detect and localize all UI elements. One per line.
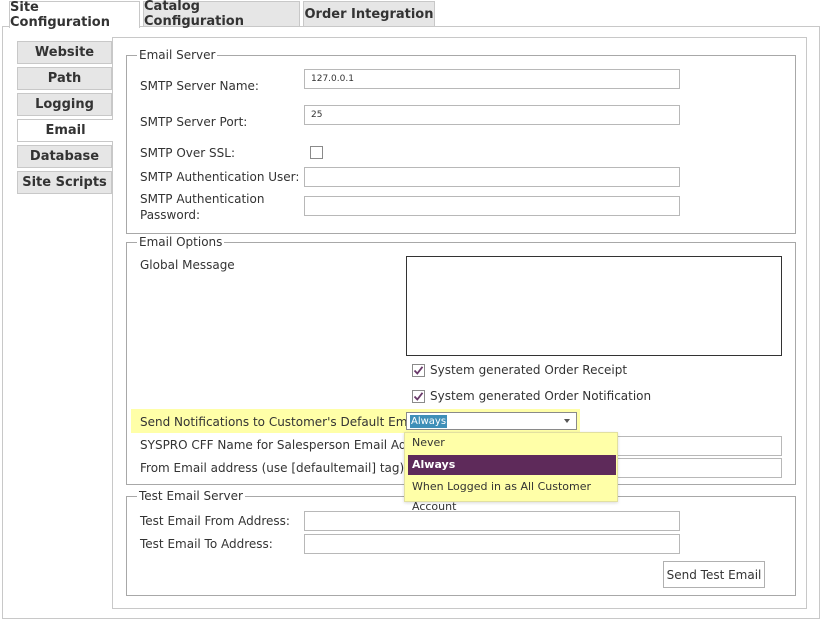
side-tab-logging[interactable]: Logging bbox=[17, 93, 112, 116]
smtp-server-name-input[interactable]: 127.0.0.1 bbox=[304, 69, 680, 89]
test-email-to-label: Test Email To Address: bbox=[140, 537, 273, 551]
smtp-auth-password-input[interactable] bbox=[304, 196, 680, 216]
tab-site-configuration[interactable]: Site Configuration bbox=[9, 0, 140, 30]
side-tab-path[interactable]: Path bbox=[17, 67, 112, 90]
option-always[interactable]: Always bbox=[408, 455, 616, 475]
tab-label: Catalog Configuration bbox=[144, 0, 244, 29]
order-receipt-checkbox[interactable] bbox=[412, 364, 425, 377]
smtp-auth-user-label: SMTP Authentication User: bbox=[140, 170, 300, 184]
global-message-label: Global Message bbox=[140, 258, 235, 272]
smtp-server-port-label: SMTP Server Port: bbox=[140, 115, 248, 129]
smtp-over-ssl-checkbox[interactable] bbox=[310, 146, 323, 159]
order-notification-checkbox[interactable] bbox=[412, 390, 425, 403]
order-notification-label: System generated Order Notification bbox=[430, 389, 652, 403]
test-email-from-input[interactable] bbox=[304, 511, 680, 531]
side-tab-site-scripts[interactable]: Site Scripts bbox=[17, 171, 112, 194]
option-never[interactable]: Never bbox=[408, 433, 616, 453]
side-tab-label: Email bbox=[45, 123, 86, 138]
tab-label: Site Configuration bbox=[10, 0, 110, 30]
side-tab-label: Site Scripts bbox=[22, 175, 107, 190]
send-notifications-options: Never Always When Logged in as All Custo… bbox=[404, 432, 618, 513]
side-tab-database[interactable]: Database bbox=[17, 145, 112, 168]
smtp-auth-user-input[interactable] bbox=[304, 167, 680, 187]
checkmark-icon bbox=[413, 392, 424, 401]
order-receipt-label: System generated Order Receipt bbox=[430, 363, 628, 377]
option-all-customer-account[interactable]: When Logged in as All Customer Account bbox=[408, 477, 616, 513]
checkmark-icon bbox=[413, 366, 424, 375]
group-legend: Email Server bbox=[137, 48, 218, 62]
test-email-from-label: Test Email From Address: bbox=[140, 514, 290, 528]
smtp-over-ssl-label: SMTP Over SSL: bbox=[140, 146, 235, 160]
smtp-auth-password-label-line2: Password: bbox=[140, 208, 201, 222]
side-tab-label: Database bbox=[29, 149, 100, 164]
side-tab-email[interactable]: Email bbox=[17, 119, 113, 142]
side-tab-label: Logging bbox=[35, 97, 94, 112]
tab-order-integration[interactable]: Order Integration bbox=[303, 1, 435, 26]
side-tab-label: Path bbox=[47, 71, 82, 86]
syspro-cff-label: SYSPRO CFF Name for Salesperson Email Ad… bbox=[140, 438, 439, 452]
side-tab-label: Website bbox=[34, 45, 95, 60]
global-message-textarea[interactable] bbox=[406, 256, 782, 356]
side-tab-website[interactable]: Website bbox=[17, 41, 112, 64]
smtp-server-port-input[interactable]: 25 bbox=[304, 105, 680, 125]
smtp-auth-password-label: SMTP Authentication bbox=[140, 192, 265, 206]
tab-catalog-configuration[interactable]: Catalog Configuration bbox=[143, 0, 300, 29]
send-notifications-select[interactable]: Always bbox=[406, 412, 577, 430]
test-email-to-input[interactable] bbox=[304, 534, 680, 554]
chevron-down-icon bbox=[564, 419, 570, 423]
send-test-email-button[interactable]: Send Test Email bbox=[663, 561, 765, 588]
send-notifications-label: Send Notifications to Customer's Default… bbox=[140, 415, 422, 429]
tab-label: Order Integration bbox=[304, 6, 434, 22]
smtp-server-name-label: SMTP Server Name: bbox=[140, 79, 259, 93]
from-email-label: From Email address (use [defaultemail] t… bbox=[140, 461, 405, 475]
group-legend: Test Email Server bbox=[137, 489, 245, 503]
selected-value: Always bbox=[410, 415, 448, 428]
group-legend: Email Options bbox=[137, 235, 225, 249]
